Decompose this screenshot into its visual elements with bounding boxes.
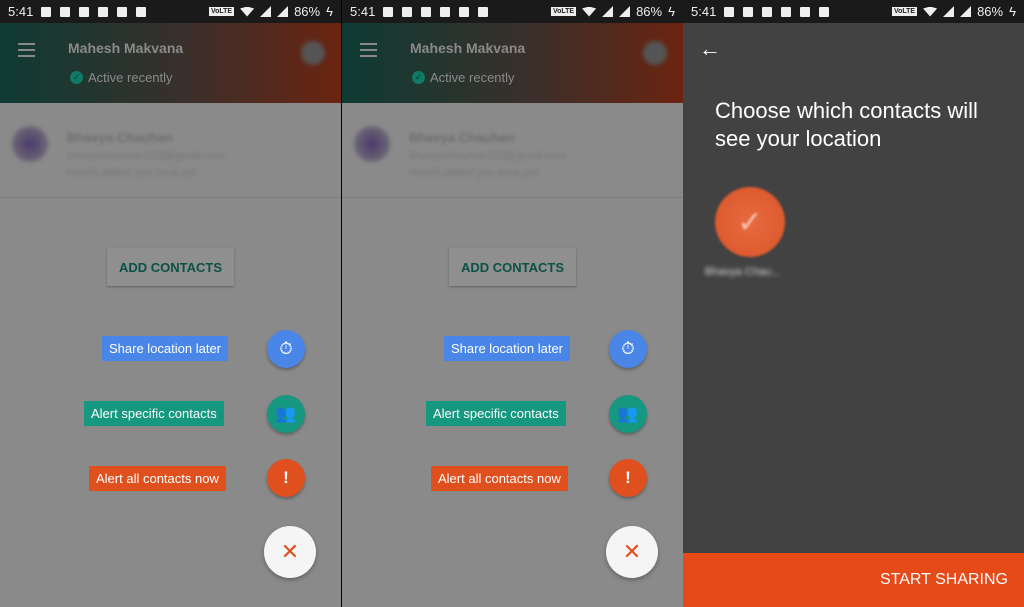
check-icon bbox=[421, 6, 432, 17]
contact-icon bbox=[383, 6, 394, 17]
contact-name: Bhavya Chauhan bbox=[409, 130, 515, 145]
charging-icon: ϟ bbox=[668, 4, 675, 19]
user-status: ✓ Active recently bbox=[412, 70, 515, 85]
signal-icon-2 bbox=[277, 6, 289, 17]
wifi-icon bbox=[240, 6, 255, 17]
notification-icon bbox=[60, 6, 71, 17]
screen-fab-menu-2: 5:41 VoLTE 86% ϟ Mahesh Makvana ✓ Active rec… bbox=[342, 0, 683, 607]
user-name: Mahesh Makvana bbox=[68, 40, 184, 56]
charging-icon: ϟ bbox=[326, 4, 333, 19]
check-circle-icon: ✓ bbox=[412, 71, 425, 84]
timer-icon[interactable]: ⏱ bbox=[609, 330, 647, 368]
contact-avatar bbox=[354, 126, 390, 162]
start-sharing-button[interactable]: START SHARING bbox=[683, 553, 1024, 607]
contact-email: bhavyachauhan123@gmail.com bbox=[409, 150, 567, 162]
notification-icon bbox=[743, 6, 754, 17]
alert-all-label[interactable]: Alert all contacts now bbox=[431, 466, 568, 491]
check-icon bbox=[762, 6, 773, 17]
screen-choose-contacts: 5:41 VoLTE 86% ϟ ← Choose which contacts wi… bbox=[683, 0, 1024, 607]
charging-icon: ϟ bbox=[1009, 4, 1016, 19]
signal-icon-2 bbox=[960, 6, 972, 17]
wifi-icon bbox=[923, 6, 938, 17]
people-icon[interactable]: 👥 bbox=[267, 395, 305, 433]
battery-percent: 86% bbox=[636, 4, 663, 19]
battery-notif-icon bbox=[117, 6, 128, 17]
battery-percent: 86% bbox=[294, 4, 321, 19]
notification-icon bbox=[402, 6, 413, 17]
battery-notif-icon bbox=[800, 6, 811, 17]
page-title: Choose which contacts will see your loca… bbox=[715, 98, 978, 151]
avatar[interactable] bbox=[301, 41, 325, 65]
volte-icon: VoLTE bbox=[891, 7, 918, 16]
alert-specific-label[interactable]: Alert specific contacts bbox=[426, 401, 566, 426]
share-later-label[interactable]: Share location later bbox=[444, 336, 571, 361]
check-icon: ✓ bbox=[737, 205, 763, 239]
signal-icon bbox=[260, 6, 272, 17]
signal-icon bbox=[943, 6, 955, 17]
add-contacts-button[interactable]: ADD CONTACTS bbox=[107, 248, 234, 286]
contact-avatar bbox=[12, 126, 48, 162]
user-name: Mahesh Makvana bbox=[410, 40, 526, 56]
list-item[interactable]: Bhavya Chauhan bhavyachauhan123@gmail.co… bbox=[342, 103, 683, 198]
check-circle-icon: ✓ bbox=[70, 71, 83, 84]
status-time: 5:41 bbox=[691, 4, 717, 19]
volte-icon: VoLTE bbox=[208, 7, 235, 16]
volte-icon: VoLTE bbox=[550, 7, 577, 16]
close-icon[interactable]: ✕ bbox=[606, 526, 658, 578]
signal-icon-2 bbox=[619, 6, 631, 17]
overlay-body: Bhavya Chauhan bhavyachauhan123@gmail.co… bbox=[342, 103, 683, 607]
screen-fab-menu-1: 5:41 VoLTE 86% ϟ Mahesh Makvana ✓ Active rec… bbox=[0, 0, 341, 607]
status-bar: 5:41 VoLTE 86% ϟ bbox=[342, 0, 683, 23]
selected-contact-name: Bhavya Chau... bbox=[705, 266, 781, 278]
sync-icon bbox=[98, 6, 109, 17]
alert-icon[interactable]: ! bbox=[267, 459, 305, 497]
back-arrow-icon[interactable]: ← bbox=[699, 36, 721, 62]
timer-icon[interactable]: ⏱ bbox=[267, 330, 305, 368]
menu-icon[interactable] bbox=[360, 43, 377, 61]
contact-icon bbox=[41, 6, 52, 17]
alert-all-label[interactable]: Alert all contacts now bbox=[89, 466, 226, 491]
contact-note: Hasn't added you back yet bbox=[409, 167, 539, 179]
add-contacts-button[interactable]: ADD CONTACTS bbox=[449, 248, 576, 286]
app-icon bbox=[819, 6, 830, 17]
sync-icon bbox=[781, 6, 792, 17]
app-header: Mahesh Makvana ✓ Active recently bbox=[342, 23, 683, 103]
selected-contact-avatar[interactable]: ✓ bbox=[715, 187, 785, 257]
status-text: Active recently bbox=[430, 70, 515, 85]
wifi-icon bbox=[582, 6, 597, 17]
status-time: 5:41 bbox=[350, 4, 376, 19]
sync-icon bbox=[440, 6, 451, 17]
contact-email: bhavyachauhan123@gmail.com bbox=[67, 150, 225, 162]
status-time: 5:41 bbox=[8, 4, 34, 19]
status-bar: 5:41 VoLTE 86% ϟ bbox=[0, 0, 341, 23]
check-icon bbox=[79, 6, 90, 17]
contact-note: Hasn't added you back yet bbox=[67, 167, 197, 179]
avatar[interactable] bbox=[643, 41, 667, 65]
battery-percent: 86% bbox=[977, 4, 1004, 19]
alert-specific-label[interactable]: Alert specific contacts bbox=[84, 401, 224, 426]
contact-name: Bhavya Chauhan bbox=[67, 130, 173, 145]
battery-notif-icon bbox=[459, 6, 470, 17]
contact-icon bbox=[724, 6, 735, 17]
alert-icon[interactable]: ! bbox=[609, 459, 647, 497]
close-icon[interactable]: ✕ bbox=[264, 526, 316, 578]
app-icon bbox=[136, 6, 147, 17]
people-icon[interactable]: 👥 bbox=[609, 395, 647, 433]
share-later-label[interactable]: Share location later bbox=[102, 336, 229, 361]
status-text: Active recently bbox=[88, 70, 173, 85]
status-bar: 5:41 VoLTE 86% ϟ bbox=[683, 0, 1024, 23]
start-sharing-label: START SHARING bbox=[879, 571, 1008, 588]
signal-icon bbox=[602, 6, 614, 17]
list-item[interactable]: Bhavya Chauhan bhavyachauhan123@gmail.co… bbox=[0, 103, 341, 198]
menu-icon[interactable] bbox=[18, 43, 35, 61]
overlay-body: Bhavya Chauhan bhavyachauhan123@gmail.co… bbox=[0, 103, 341, 607]
app-header: Mahesh Makvana ✓ Active recently bbox=[0, 23, 341, 103]
user-status: ✓ Active recently bbox=[70, 70, 173, 85]
app-icon bbox=[478, 6, 489, 17]
